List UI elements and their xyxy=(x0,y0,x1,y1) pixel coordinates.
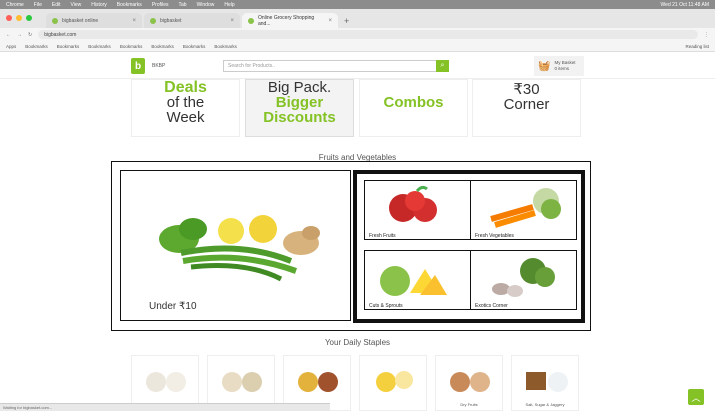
forward-icon[interactable]: → xyxy=(17,32,22,38)
staple-image xyxy=(146,372,186,392)
tab-label: bigbasket online xyxy=(62,17,99,24)
bookmark-item[interactable]: Bookmarks xyxy=(57,44,80,49)
status-bar: Waiting for bigbasket.com... xyxy=(0,403,330,411)
category-fresh-vegetables[interactable]: Fresh Vegetables xyxy=(470,180,577,240)
vegetables-image xyxy=(159,215,320,282)
site-header: b BKBP Search for Products.. ⌕ 🧺 My Bask… xyxy=(0,52,715,79)
staple-image xyxy=(298,372,338,392)
promo-30-corner[interactable]: ₹30 Corner xyxy=(472,79,581,137)
maximize-window-button[interactable] xyxy=(26,15,32,21)
vegetables-image xyxy=(490,188,561,228)
favicon-icon xyxy=(52,17,58,24)
reload-icon[interactable]: ↻ xyxy=(28,32,32,38)
promo-big-pack[interactable]: Big Pack. Bigger Discounts xyxy=(245,79,354,137)
reading-list[interactable]: Reading list xyxy=(685,44,709,49)
basket-button[interactable]: 🧺 My Basket 0 items xyxy=(534,56,584,76)
favicon-icon xyxy=(248,17,254,24)
bookmark-item[interactable]: Bookmarks xyxy=(183,44,206,49)
favicon-icon xyxy=(150,17,156,24)
category-exotics-corner[interactable]: Exotics Corner xyxy=(470,250,577,310)
category-label: Cuts & Sprouts xyxy=(369,303,403,309)
location-selector[interactable]: BKBP xyxy=(152,63,165,69)
staple-image xyxy=(526,372,568,392)
fruits-image xyxy=(389,185,437,222)
promo-line: Big Pack. xyxy=(267,78,332,96)
promo-line: of the xyxy=(166,93,205,111)
category-label: Fresh Vegetables xyxy=(475,233,514,239)
promo-line: ₹30 xyxy=(513,81,540,98)
basket-count: 0 items xyxy=(554,66,569,71)
promo-line: Bigger xyxy=(275,93,324,111)
banner-label: Under ₹10 xyxy=(149,301,197,312)
browser-tab-active[interactable]: Online Grocery Shopping and... × xyxy=(242,13,338,28)
tab-strip: bigbasket online × bigbasket × Online Gr… xyxy=(0,9,715,28)
staple-tile[interactable] xyxy=(359,355,427,411)
staple-image xyxy=(376,371,413,392)
minimize-window-button[interactable] xyxy=(16,15,22,21)
menu-item[interactable]: Tab xyxy=(179,2,187,8)
promo-combos[interactable]: Combos xyxy=(359,79,468,137)
close-window-button[interactable] xyxy=(6,15,12,21)
url-field[interactable]: bigbasket.com xyxy=(38,30,698,39)
menu-item[interactable]: Edit xyxy=(52,2,61,8)
bookmark-item[interactable]: Bookmarks xyxy=(88,44,111,49)
category-label: Fresh Fruits xyxy=(369,233,396,239)
staple-image xyxy=(450,372,490,392)
os-menubar: Chrome File Edit View History Bookmarks … xyxy=(0,0,715,9)
scroll-top-icon[interactable]: ︿ xyxy=(688,389,704,405)
menu-item[interactable]: Help xyxy=(224,2,234,8)
promo-line: Combos xyxy=(383,93,444,111)
staple-tile[interactable]: Salt, Sugar & Jaggery xyxy=(511,355,579,411)
section-title: Your Daily Staples xyxy=(324,338,391,347)
bookmarks-bar: Apps Bookmarks Bookmarks Bookmarks Bookm… xyxy=(0,41,715,52)
promo-deals-of-the-week[interactable]: Deals of the Week xyxy=(131,79,240,137)
close-tab-icon[interactable]: × xyxy=(230,18,234,24)
search-icon[interactable]: ⌕ xyxy=(436,59,449,72)
menu-item[interactable]: History xyxy=(91,2,107,8)
staple-tile[interactable]: Dry Fruits xyxy=(435,355,503,411)
under-10-banner[interactable]: Under ₹10 xyxy=(120,170,351,321)
search-bar: Search for Products.. ⌕ xyxy=(223,59,449,72)
promo-line: Corner xyxy=(503,96,550,113)
promo-line: Deals xyxy=(164,78,207,96)
category-cuts-sprouts[interactable]: Cuts & Sprouts xyxy=(364,250,471,310)
browser-tab[interactable]: bigbasket × xyxy=(144,13,240,28)
exotics-image xyxy=(492,258,555,297)
menu-item[interactable]: Profiles xyxy=(152,2,169,8)
menu-item[interactable]: Bookmarks xyxy=(117,2,142,8)
search-input[interactable]: Search for Products.. xyxy=(224,63,436,69)
browser-tab[interactable]: bigbasket online × xyxy=(46,13,142,28)
site-logo[interactable]: b xyxy=(131,58,145,74)
category-label: Exotics Corner xyxy=(475,303,508,309)
bookmark-item[interactable]: Bookmarks xyxy=(151,44,174,49)
new-tab-button[interactable]: + xyxy=(344,16,349,26)
category-fresh-fruits[interactable]: Fresh Fruits xyxy=(364,180,471,240)
window-controls xyxy=(6,15,32,21)
tab-label: Online Grocery Shopping and... xyxy=(258,14,315,27)
extensions-icon[interactable]: ⋮ xyxy=(704,32,709,38)
staple-label: Dry Fruits xyxy=(460,402,478,407)
promo-line: Week xyxy=(166,108,205,126)
staple-image xyxy=(222,372,262,392)
bookmark-item[interactable]: Apps xyxy=(6,44,16,49)
promo-line: Discounts xyxy=(263,108,336,126)
bookmark-item[interactable]: Bookmarks xyxy=(25,44,48,49)
clock: Wed 21 Oct 11:48 AM xyxy=(660,1,709,8)
tab-label: bigbasket xyxy=(160,17,182,24)
menu-item[interactable]: File xyxy=(34,2,42,8)
basket-icon: 🧺 xyxy=(538,60,551,72)
address-bar-row: ← → ↻ bigbasket.com ⋮ xyxy=(0,28,715,41)
bookmark-item[interactable]: Bookmarks xyxy=(214,44,237,49)
menu-item[interactable]: Window xyxy=(197,2,215,8)
cuts-image xyxy=(380,266,447,296)
staple-label: Salt, Sugar & Jaggery xyxy=(525,402,565,407)
basket-title: My Basket xyxy=(554,60,576,65)
bookmark-item[interactable]: Bookmarks xyxy=(120,44,143,49)
back-icon[interactable]: ← xyxy=(6,32,11,38)
url-text: bigbasket.com xyxy=(44,31,77,38)
menu-item[interactable]: Chrome xyxy=(6,2,24,8)
menu-item[interactable]: View xyxy=(70,2,81,8)
close-tab-icon[interactable]: × xyxy=(328,18,332,24)
close-tab-icon[interactable]: × xyxy=(132,18,136,24)
